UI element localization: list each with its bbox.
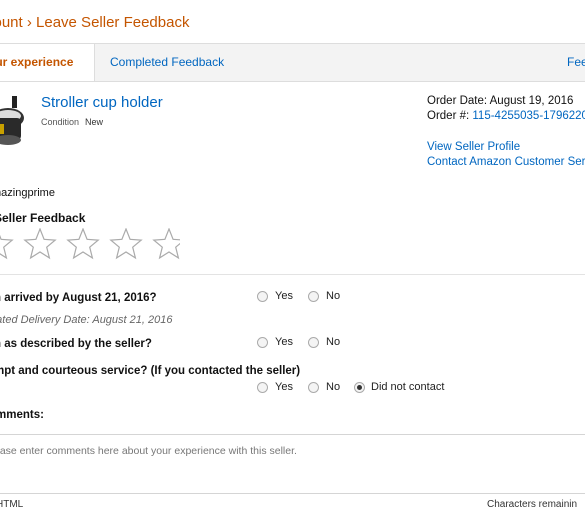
star-5[interactable] xyxy=(152,228,180,260)
product-condition: Condition New xyxy=(41,117,103,127)
arrived-yes-radio[interactable] xyxy=(257,291,268,302)
condition-label: Condition xyxy=(41,117,80,127)
tab-your-experience[interactable]: our experience xyxy=(0,44,95,81)
order-number: Order #: 115-4255035-1796220 xyxy=(427,110,585,122)
question-service: mpt and courteous service? (If you conta… xyxy=(0,365,301,377)
seller-name: mazingprime xyxy=(0,187,55,199)
characters-remaining: Characters remainin xyxy=(487,499,578,510)
question-as-described: n as described by the seller? xyxy=(0,338,152,350)
html-note: HTML xyxy=(0,499,24,510)
contact-customer-service-link[interactable]: Contact Amazon Customer Ser xyxy=(427,156,585,168)
service-did-not-contact-label: Did not contact xyxy=(371,381,445,393)
order-number-link[interactable]: 115-4255035-1796220 xyxy=(472,110,585,122)
described-yes-radio[interactable] xyxy=(257,337,268,348)
order-date-label: Order Date: xyxy=(427,95,488,107)
star-1[interactable] xyxy=(0,229,14,260)
product-thumbnail[interactable] xyxy=(0,92,26,150)
comments-placeholder: ease enter comments here about your expe… xyxy=(0,445,297,457)
service-no-radio[interactable] xyxy=(308,382,319,393)
view-seller-profile-link[interactable]: View Seller Profile xyxy=(427,141,520,153)
comments-label: mments: xyxy=(0,409,44,421)
feedback-tabs: our experience Completed Feedback Fee xyxy=(0,43,585,82)
tab-completed-feedback[interactable]: Completed Feedback xyxy=(110,44,224,81)
arrived-no-label: No xyxy=(326,290,341,302)
arrived-yes-label: Yes xyxy=(275,290,293,302)
order-number-label: Order #: xyxy=(427,110,470,122)
feedback-heading: Seller Feedback xyxy=(0,211,86,225)
star-3[interactable] xyxy=(66,228,100,260)
tab-feedback[interactable]: Fee xyxy=(567,44,585,81)
question-arrived: n arrived by August 21, 2016? xyxy=(0,292,157,304)
service-yes-radio[interactable] xyxy=(257,382,268,393)
breadcrumb: count › Leave Seller Feedback xyxy=(0,14,190,31)
condition-value: New xyxy=(85,117,104,127)
arrived-no-radio[interactable] xyxy=(308,291,319,302)
product-title-link[interactable]: Stroller cup holder xyxy=(41,94,163,111)
star-rating[interactable] xyxy=(0,228,180,262)
service-yes-label: Yes xyxy=(275,381,293,393)
star-4[interactable] xyxy=(109,228,143,260)
delivery-date-hint: mated Delivery Date: August 21, 2016 xyxy=(0,314,173,326)
service-no-label: No xyxy=(326,381,341,393)
comments-textarea[interactable] xyxy=(0,434,585,494)
divider xyxy=(0,274,585,275)
described-no-label: No xyxy=(326,336,341,348)
service-did-not-contact-radio[interactable] xyxy=(354,382,365,393)
tab-label: our experience xyxy=(0,55,74,69)
described-yes-label: Yes xyxy=(275,336,293,348)
described-no-radio[interactable] xyxy=(308,337,319,348)
order-date-value: August 19, 2016 xyxy=(489,95,574,107)
star-2[interactable] xyxy=(23,228,57,260)
order-date: Order Date: August 19, 2016 xyxy=(427,95,573,107)
